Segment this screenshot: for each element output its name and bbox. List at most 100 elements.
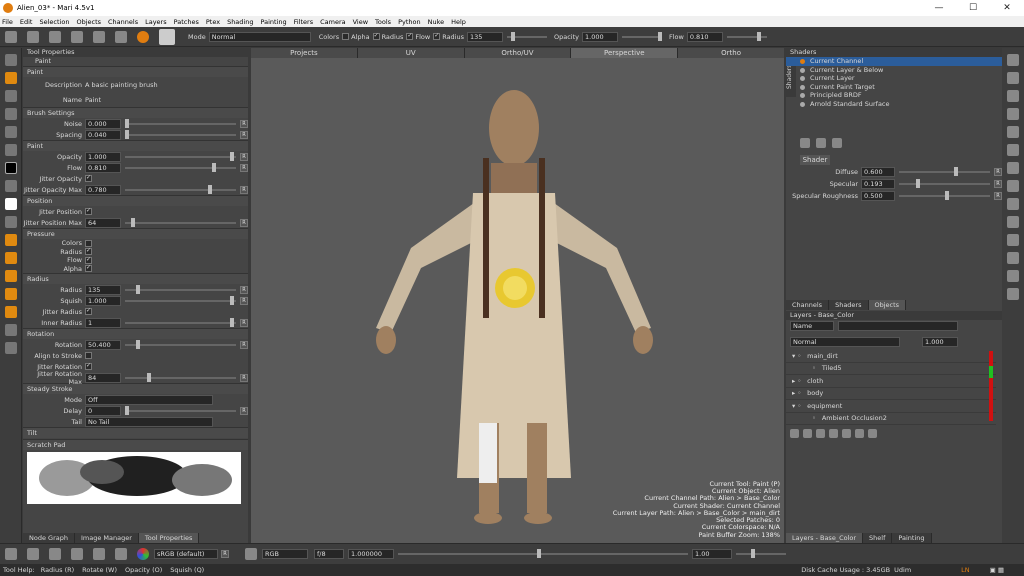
jitter-position-max-field[interactable]: 64	[85, 217, 121, 228]
jitter-rotation-max-slider[interactable]	[125, 372, 236, 382]
tab-layers-base-color[interactable]: Layers - Base_Color	[786, 533, 864, 543]
menu-channels[interactable]: Channels	[108, 18, 138, 26]
menu-objects[interactable]: Objects	[76, 18, 101, 26]
layer-opacity-field[interactable]: 1.000	[922, 337, 958, 347]
fstop-dropdown[interactable]: f/8	[314, 549, 344, 559]
opacity-prop-slider[interactable]	[125, 151, 236, 161]
layer-row[interactable]: ◦ Tiled5	[786, 363, 996, 375]
radius-header[interactable]: Radius	[23, 273, 248, 284]
colorspace-reset[interactable]: R	[221, 550, 229, 558]
spacing-slider[interactable]	[125, 129, 236, 139]
color-wheel-icon[interactable]	[137, 548, 149, 560]
noise-reset-button[interactable]: R	[240, 119, 248, 128]
radius-checkbox[interactable]	[372, 33, 380, 40]
gamma-field[interactable]: 1.00	[692, 549, 732, 559]
exposure-slider[interactable]	[398, 549, 688, 558]
paint-icon[interactable]	[5, 72, 17, 84]
circle-select-icon[interactable]	[115, 548, 127, 560]
console-icon[interactable]	[1007, 234, 1019, 246]
tab-shaders[interactable]: Shaders	[829, 300, 869, 310]
diffuse-reset[interactable]: R	[994, 168, 1002, 176]
sync-icon[interactable]	[71, 30, 83, 43]
jitter-position-checkbox[interactable]	[85, 208, 92, 215]
channel-dropdown[interactable]: RGB	[262, 549, 308, 559]
paint-through-icon[interactable]	[5, 234, 17, 246]
duplicate-layer-icon[interactable]	[855, 429, 864, 438]
layer-row[interactable]: ◦ Ambient Occlusion2	[786, 413, 996, 425]
inner-radius-slider[interactable]	[125, 317, 236, 327]
jitter-opacity-max-slider[interactable]	[125, 184, 236, 194]
opacity-prop-field[interactable]: 1.000	[85, 151, 121, 162]
diffuse-field[interactable]: 0.600	[861, 167, 895, 177]
rotation-slider[interactable]	[125, 339, 236, 349]
pressure-radius-checkbox[interactable]	[85, 248, 92, 256]
shader-tab[interactable]: Shader	[800, 155, 830, 165]
flower-icon[interactable]	[1007, 90, 1019, 102]
new-file-icon[interactable]	[5, 30, 17, 43]
delay-slider[interactable]	[125, 405, 236, 415]
tab-perspective[interactable]: Perspective	[571, 48, 679, 58]
flow-prop-field[interactable]: 0.810	[85, 162, 121, 173]
rotation-reset-button[interactable]: R	[240, 340, 248, 349]
menu-painting[interactable]: Painting	[260, 18, 286, 26]
adjust-icon[interactable]	[1007, 144, 1019, 156]
minimize-button[interactable]: —	[922, 3, 956, 13]
diffuse-slider[interactable]	[899, 167, 990, 176]
roughness-field[interactable]: 0.500	[861, 191, 895, 201]
menu-camera[interactable]: Camera	[320, 18, 346, 26]
radius-reset-button[interactable]: R	[240, 285, 248, 294]
roughness-slider[interactable]	[899, 191, 990, 200]
steady-mode-dropdown[interactable]: Off	[85, 394, 213, 405]
specular-reset[interactable]: R	[994, 180, 1002, 188]
mode-dropdown[interactable]: Normal	[208, 31, 311, 42]
transform-icon[interactable]	[93, 548, 105, 560]
swap-colors-icon[interactable]	[5, 180, 17, 192]
undo-icon[interactable]	[5, 548, 17, 560]
layer-filter-dropdown[interactable]: Name	[790, 321, 834, 331]
pressure-flow-checkbox[interactable]	[85, 256, 92, 264]
tilt-header[interactable]: Tilt	[23, 427, 248, 438]
description-value[interactable]: A basic painting brush	[85, 81, 158, 89]
reset-colors-icon[interactable]	[5, 216, 17, 228]
paint-sub-header[interactable]: Paint	[23, 140, 248, 151]
flow-reset-button[interactable]: R	[240, 163, 248, 172]
radius-slider[interactable]	[507, 31, 547, 41]
name-value[interactable]: Paint	[85, 96, 101, 104]
lasso-icon[interactable]	[5, 126, 17, 138]
object-icon[interactable]	[93, 30, 105, 43]
spacing-field[interactable]: 0.040	[85, 129, 121, 140]
paint-tool-tab[interactable]: Paint	[23, 57, 248, 66]
radius-prop-slider[interactable]	[125, 284, 236, 294]
rotation-header[interactable]: Rotation	[23, 328, 248, 339]
shader-item-arnold-standard[interactable]: Arnold Standard Surface	[786, 100, 1002, 109]
position-header[interactable]: Position	[23, 195, 248, 206]
add-shader-icon[interactable]	[800, 138, 810, 148]
move-icon[interactable]	[27, 548, 39, 560]
jitter-rotation-max-field[interactable]: 84	[85, 372, 121, 383]
tab-node-graph[interactable]: Node Graph	[23, 533, 75, 543]
layer-row[interactable]: ▸ ◦ body	[786, 388, 996, 400]
delay-field[interactable]: 0	[85, 405, 121, 416]
view-icon[interactable]	[5, 90, 17, 102]
menu-file[interactable]: File	[2, 18, 13, 26]
tab-tool-properties[interactable]: Tool Properties	[138, 533, 200, 543]
pressure-alpha-checkbox[interactable]	[85, 265, 92, 273]
settings-icon[interactable]	[1007, 288, 1019, 300]
scratch-pad-header[interactable]: Scratch Pad	[23, 439, 248, 450]
inner-radius-field[interactable]: 1	[85, 317, 121, 328]
radius-field[interactable]: 135	[467, 31, 503, 42]
brushes-icon[interactable]	[1007, 72, 1019, 84]
pressure-header[interactable]: Pressure	[23, 228, 248, 239]
maximize-button[interactable]: ☐	[956, 3, 990, 13]
menu-edit[interactable]: Edit	[20, 18, 33, 26]
brush-settings-header[interactable]: Brush Settings	[23, 107, 248, 118]
inner-radius-reset[interactable]: R	[240, 318, 248, 327]
jitter-rotation-max-reset[interactable]: R	[240, 373, 248, 382]
tab-uv[interactable]: UV	[357, 48, 465, 58]
shader-item-principled-brdf[interactable]: Principled BRDF	[786, 91, 1002, 100]
lights-icon[interactable]	[1007, 180, 1019, 192]
menu-filters[interactable]: Filters	[294, 18, 313, 26]
colorspace-dropdown[interactable]: sRGB (default)	[154, 549, 218, 559]
alpha-checkbox[interactable]	[342, 33, 350, 40]
jitter-opacity-max-field[interactable]: 0.780	[85, 184, 121, 195]
